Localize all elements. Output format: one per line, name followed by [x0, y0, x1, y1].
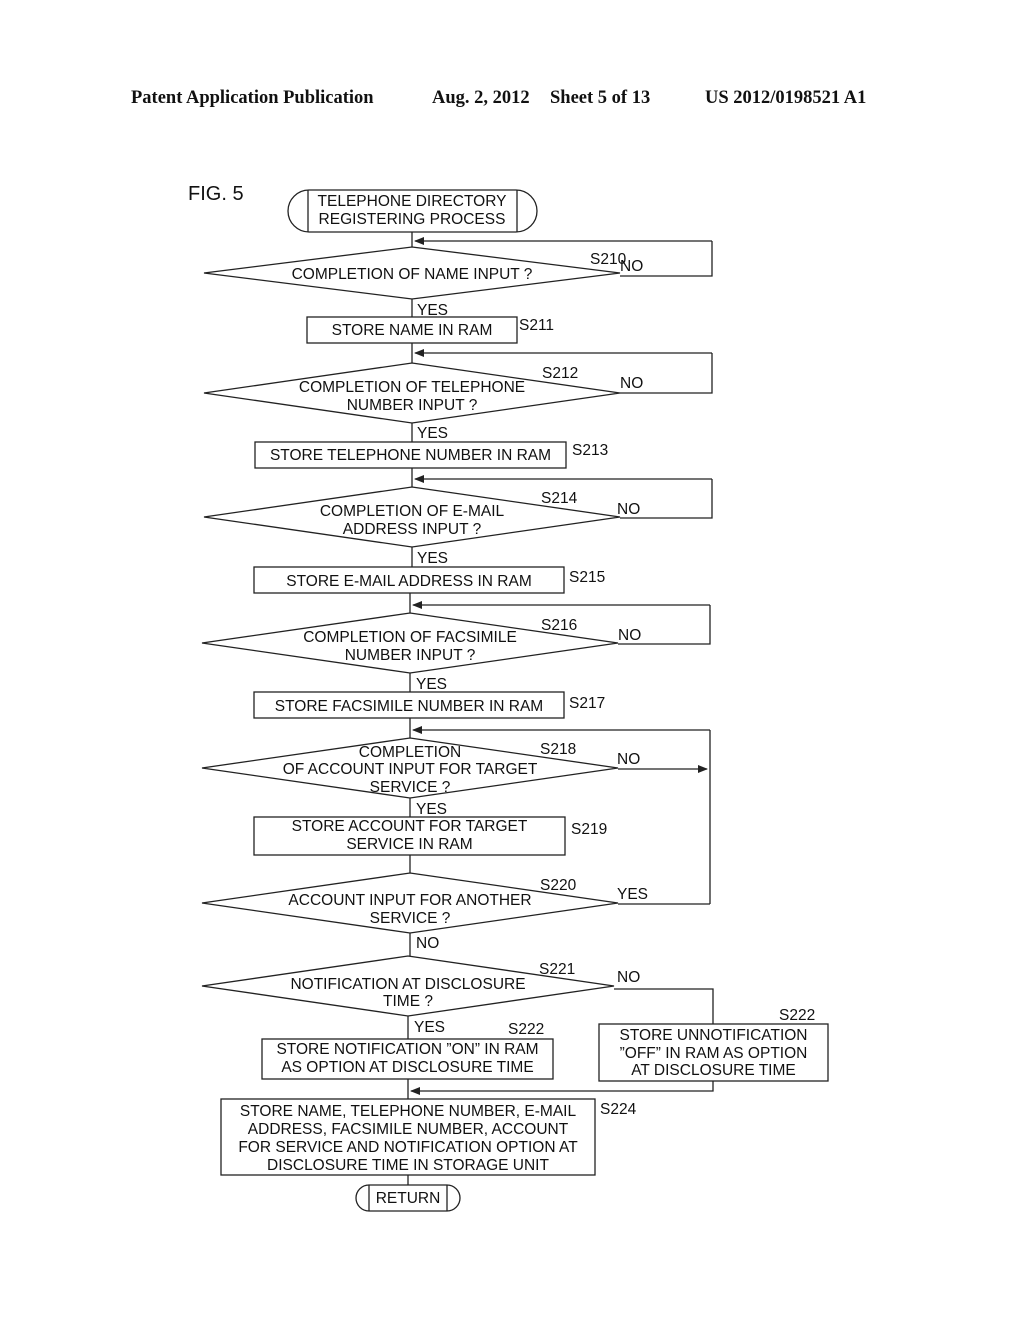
process-s215: STORE E-MAIL ADDRESS IN RAM S215: [253, 566, 605, 594]
decision-s220: ACCOUNT INPUT FOR ANOTHERSERVICE ? S220: [201, 872, 619, 934]
process-text-line: STORE NAME, TELEPHONE NUMBER, E-MAIL: [240, 1103, 577, 1120]
process-text-line: STORE FACSIMILE NUMBER IN RAM: [275, 698, 543, 715]
step-number: S213: [572, 442, 608, 459]
decision-text-line: OF ACCOUNT INPUT FOR TARGET: [283, 761, 538, 778]
step-number: S215: [569, 569, 605, 586]
process-s217: STORE FACSIMILE NUMBER IN RAM S217: [253, 691, 605, 719]
process-s211: STORE NAME IN RAM S211: [306, 316, 554, 344]
process-text-line: STORE E-MAIL ADDRESS IN RAM: [286, 573, 531, 590]
process-text-line: AS OPTION AT DISCLOSURE TIME: [281, 1059, 533, 1076]
process-text-line: STORE UNNOTIFICATION: [619, 1027, 807, 1044]
merge-arrow: [410, 1081, 714, 1095]
return-label: RETURN: [376, 1190, 441, 1207]
branch-label: YES: [417, 302, 448, 319]
step-number: S217: [569, 695, 605, 712]
step-number: S218: [540, 741, 576, 758]
decision-s221: NOTIFICATION AT DISCLOSURETIME ? S221: [201, 955, 615, 1017]
decision-text-line: NUMBER INPUT ?: [345, 647, 476, 664]
branch-label: NO: [416, 935, 439, 952]
decision-text-line: COMPLETION OF FACSIMILE: [303, 629, 517, 646]
no-branch-line: [614, 988, 714, 1024]
process-text-line: DISCLOSURE TIME IN STORAGE UNIT: [267, 1157, 549, 1174]
decision-s216: COMPLETION OF FACSIMILENUMBER INPUT ? S21…: [201, 612, 619, 674]
process-text-line: FOR SERVICE AND NOTIFICATION OPTION AT: [238, 1139, 578, 1156]
decision-text-line: ACCOUNT INPUT FOR ANOTHER: [288, 892, 531, 909]
step-number: S221: [539, 961, 575, 978]
decision-text-line: COMPLETION OF E-MAIL: [320, 503, 505, 520]
decision-s214: COMPLETION OF E-MAILADDRESS INPUT ? S214: [203, 486, 621, 548]
start-label-line: REGISTERING PROCESS: [319, 211, 506, 228]
process-text-line: AT DISCLOSURE TIME: [631, 1062, 796, 1079]
branch-label: YES: [417, 425, 448, 442]
process-s219: STORE ACCOUNT FOR TARGETSERVICE IN RAM S2…: [253, 816, 607, 856]
process-text-line: STORE TELEPHONE NUMBER IN RAM: [270, 447, 551, 464]
branch-label: YES: [414, 1019, 445, 1036]
decision-s210: COMPLETION OF NAME INPUT ?S210: [203, 246, 627, 300]
branch-label: YES: [416, 801, 447, 818]
branch-label: NO: [620, 258, 643, 275]
decision-text-line: SERVICE ?: [370, 779, 451, 796]
step-number: S222: [779, 1007, 815, 1024]
process-text-line: STORE ACCOUNT FOR TARGET: [292, 818, 528, 835]
branch-label: NO: [617, 751, 640, 768]
decision-text-line: SERVICE ?: [370, 910, 451, 927]
branch-label: NO: [617, 501, 640, 518]
decision-s218: COMPLETIONOF ACCOUNT INPUT FOR TARGETSER…: [201, 737, 619, 799]
start-label-line: TELEPHONE DIRECTORY: [318, 193, 507, 210]
decision-text-line: COMPLETION: [359, 744, 461, 761]
decision-text-line: NOTIFICATION AT DISCLOSURE: [290, 976, 525, 993]
process-text-line: STORE NAME IN RAM: [332, 322, 493, 339]
branch-label: NO: [617, 969, 640, 986]
branch-label: NO: [620, 375, 643, 392]
step-number: S222: [508, 1021, 544, 1038]
return-terminator: RETURN: [355, 1184, 461, 1212]
decision-text-line: ADDRESS INPUT ?: [343, 521, 482, 538]
decision-text-line: NUMBER INPUT ?: [347, 397, 478, 414]
branch-label: YES: [417, 550, 448, 567]
decision-s212: COMPLETION OF TELEPHONENUMBER INPUT ? S21…: [203, 362, 621, 424]
decision-text-line: COMPLETION OF NAME INPUT ?: [292, 266, 533, 283]
step-number: S216: [541, 617, 577, 634]
start-terminator: TELEPHONE DIRECTORY REGISTERING PROCESS: [287, 189, 538, 233]
process-text-line: STORE NOTIFICATION ”ON” IN RAM: [276, 1041, 538, 1058]
step-number: S214: [541, 490, 578, 507]
process-text-line: ADDRESS, FACSIMILE NUMBER, ACCOUNT: [248, 1121, 569, 1138]
branch-label: YES: [617, 886, 648, 903]
step-number: S224: [600, 1101, 637, 1118]
decision-text-line: COMPLETION OF TELEPHONE: [299, 379, 525, 396]
branch-label: YES: [416, 676, 447, 693]
step-number: S211: [519, 317, 554, 334]
process-s213: STORE TELEPHONE NUMBER IN RAM S213: [254, 441, 608, 469]
process-text-line: SERVICE IN RAM: [346, 836, 472, 853]
flowchart: TELEPHONE DIRECTORY REGISTERING PROCESS …: [201, 189, 829, 1212]
branch-label: NO: [618, 627, 641, 644]
process-text-line: ”OFF” IN RAM AS OPTION: [620, 1045, 808, 1062]
step-number: S220: [540, 877, 577, 894]
step-number: S219: [571, 821, 607, 838]
decision-text-line: TIME ?: [383, 993, 433, 1010]
process-s224: STORE NAME, TELEPHONE NUMBER, E-MAILADDR…: [220, 1098, 637, 1176]
step-number: S212: [542, 365, 578, 382]
